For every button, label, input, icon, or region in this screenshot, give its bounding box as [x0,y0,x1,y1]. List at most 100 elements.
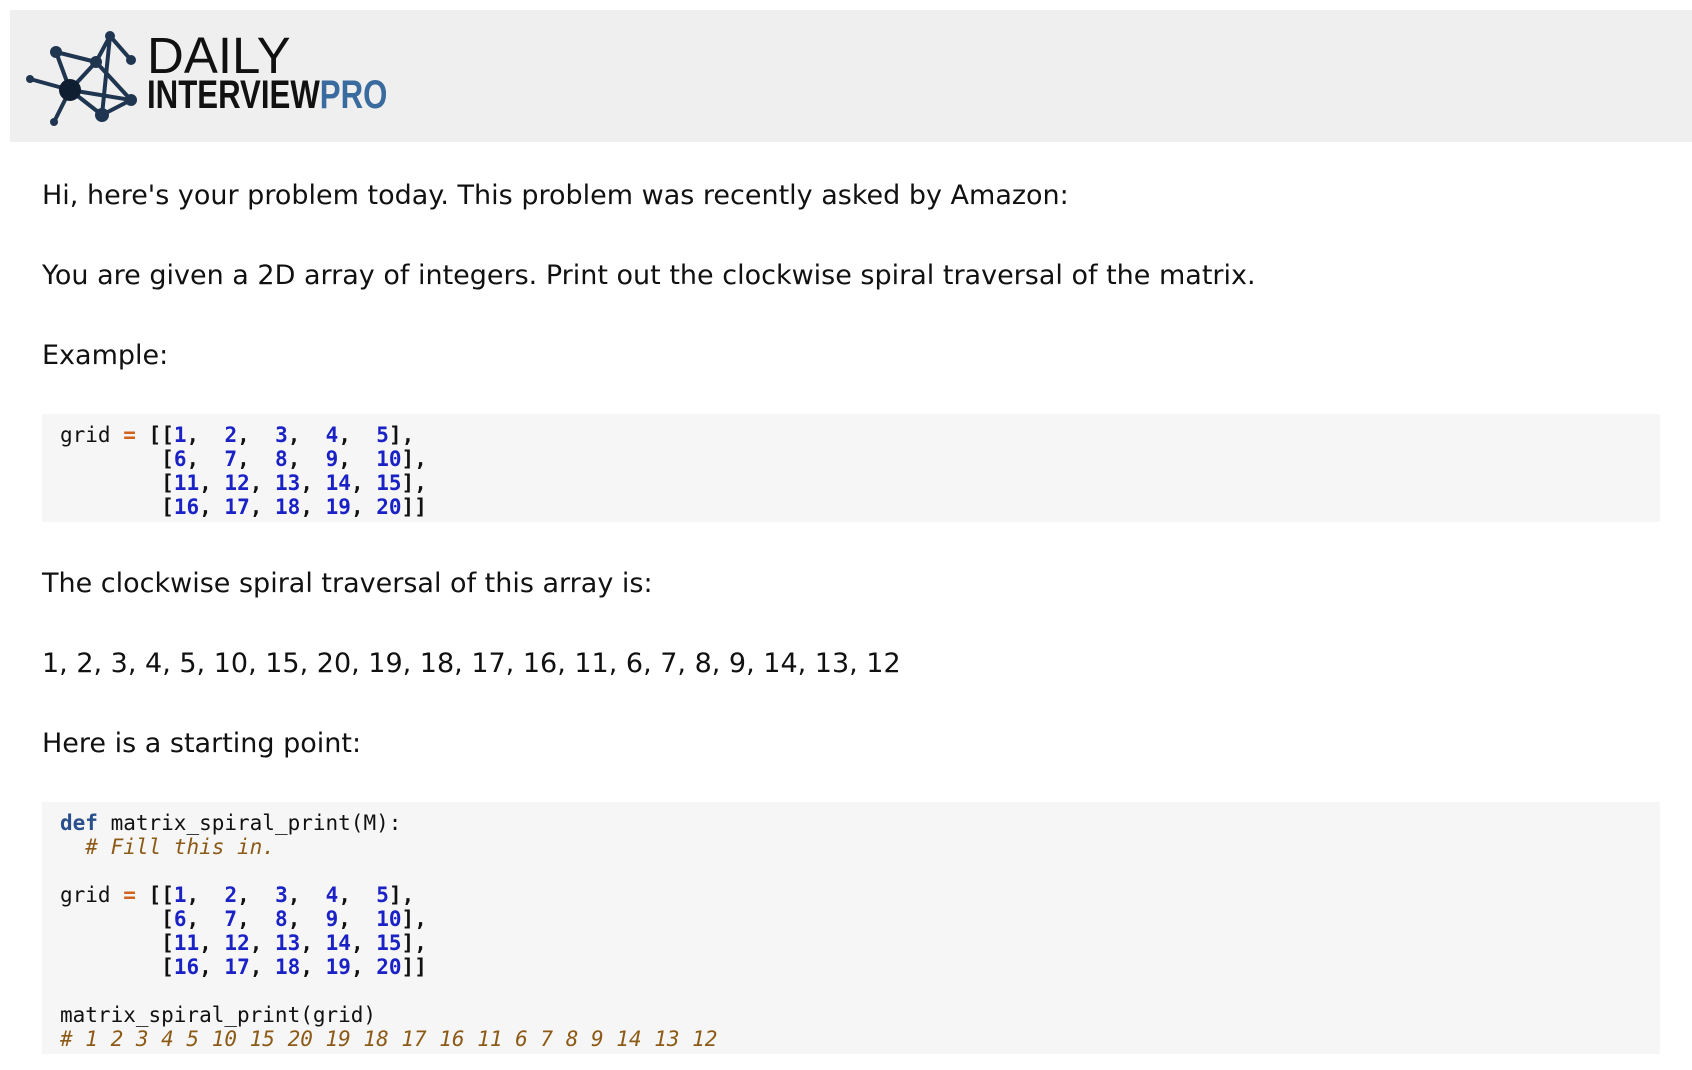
comma: , [249,471,263,495]
fill-comment: # Fill this in. [85,835,275,859]
comma: , [249,495,263,519]
comma: , [287,423,301,447]
grid-number: 19 [325,495,351,519]
grid-number: 8 [275,447,288,471]
grid-number: 13 [275,931,301,955]
comma: , [249,931,263,955]
bracket: [ [161,907,174,931]
grid-number: 13 [275,471,301,495]
grid-number: 20 [376,495,402,519]
comma: , [287,447,301,471]
grid-number: 17 [224,955,250,979]
grid-number: 16 [173,495,200,519]
logo-interview-text: INTERVIEW [147,73,320,117]
bracket: ], [401,471,427,495]
bracket: [ [161,447,174,471]
grid-number: 1 [173,883,187,907]
network-logo-icon [26,31,137,126]
grid-number: 3 [275,883,288,907]
header-banner: DAILY INTERVIEWPRO [10,10,1692,142]
comma: , [237,423,250,447]
bracket: ], [401,907,427,931]
grid-number: 20 [376,955,402,979]
grid-number: 18 [275,955,301,979]
grid-number: 11 [173,931,200,955]
comma: , [186,883,200,907]
grid-number: 12 [224,931,250,955]
comma: , [287,883,301,907]
comma: , [186,907,200,931]
bracket: ]] [401,495,427,519]
starting-point-label: Here is a starting point: [42,728,362,759]
starter-code-block: def matrix_spiral_print(M): # Fill this … [42,802,1660,1054]
comma: , [237,907,250,931]
comma: , [338,907,351,931]
comma: , [350,471,364,495]
intro-text: Hi, here's your problem today. This prob… [42,180,1069,211]
logo-pro-text: PRO [319,73,388,117]
comma: , [338,883,351,907]
logo-interviewpro-text: INTERVIEWPRO [147,75,387,115]
grid-number: 16 [173,955,200,979]
grid-number: 5 [376,883,389,907]
grid-number: 14 [325,931,351,955]
comma: , [237,447,250,471]
comma: , [186,423,200,447]
comma: , [287,907,301,931]
comma: , [350,495,364,519]
comma: , [237,883,250,907]
bracket: ], [401,931,427,955]
grid-number: 9 [325,447,339,471]
traversal-label: The clockwise spiral traversal of this a… [42,568,653,599]
output-comment: # 1 2 3 4 5 10 15 20 19 18 17 16 11 6 7 … [60,1027,718,1051]
assign-operator: = [123,423,136,447]
bracket: [ [148,883,162,907]
grid-number: 5 [376,423,389,447]
bracket: [ [148,423,162,447]
comma: , [338,447,351,471]
comma: , [249,955,263,979]
grid-number: 7 [224,447,238,471]
comma: , [338,423,351,447]
comma: , [350,931,364,955]
grid-number: 6 [173,447,187,471]
grid-number: 19 [325,955,351,979]
bracket: [ [161,883,174,907]
grid-number: 12 [224,471,250,495]
comma: , [350,955,364,979]
grid-number: 10 [376,447,402,471]
bracket: ], [388,423,415,447]
grid-number: 10 [376,907,402,931]
bracket: ], [388,883,415,907]
example-label: Example: [42,340,169,371]
bracket: [ [161,471,174,495]
grid-number: 3 [275,423,288,447]
comma: , [199,931,212,955]
grid-number: 2 [224,423,238,447]
grid-number: 15 [376,931,402,955]
comma: , [199,471,212,495]
bracket: ], [401,447,427,471]
comma: , [199,495,212,519]
assign-operator: = [123,883,136,907]
grid-number: 4 [325,883,339,907]
starter-code: def matrix_spiral_print(M): # Fill this … [60,811,718,1051]
bracket: [ [161,423,174,447]
comma: , [300,495,313,519]
grid-number: 15 [376,471,402,495]
bracket: [ [161,495,174,519]
def-keyword: def [60,811,98,835]
comma: , [300,931,313,955]
grid-number: 8 [275,907,288,931]
grid-number: 7 [224,907,238,931]
comma: , [186,447,200,471]
grid-number: 1 [173,423,187,447]
bracket: ]] [401,955,427,979]
grid-number: 2 [224,883,238,907]
example-code: grid = [[1, 2, 3, 4, 5], [6, 7, 8, 9, 10… [60,423,427,519]
example-code-block: grid = [[1, 2, 3, 4, 5], [6, 7, 8, 9, 10… [42,414,1660,522]
problem-statement: You are given a 2D array of integers. Pr… [42,260,1256,291]
traversal-result: 1, 2, 3, 4, 5, 10, 15, 20, 19, 18, 17, 1… [42,648,901,679]
grid-number: 9 [325,907,339,931]
comma: , [300,471,313,495]
